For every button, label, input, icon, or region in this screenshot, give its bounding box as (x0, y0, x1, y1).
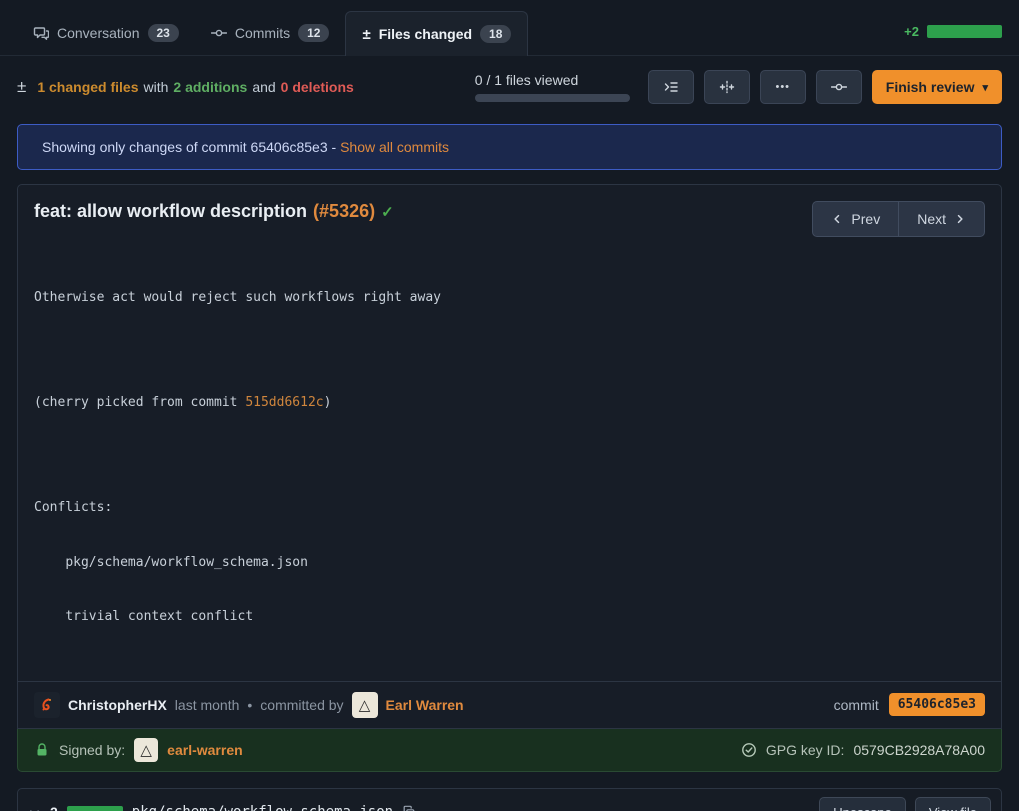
next-commit-button[interactable]: Next (898, 201, 985, 237)
changed-files-count[interactable]: 1 changed files (37, 79, 138, 95)
finish-review-label: Finish review (886, 79, 975, 95)
tab-conversation[interactable]: Conversation 23 (17, 11, 195, 55)
collapse-file-icon[interactable] (28, 806, 41, 811)
commit-message-line: pkg/schema/workflow_schema.json (34, 554, 985, 572)
banner-text: Showing only changes of commit 65406c85e… (42, 139, 336, 155)
tab-label: Commits (235, 25, 290, 41)
diff-options-button[interactable]: ••• (760, 70, 806, 104)
cherry-pick-hash-link[interactable]: 515dd6612c (245, 395, 323, 410)
tab-files-changed[interactable]: ± Files changed 18 (345, 11, 528, 56)
deletions-text: 0 deletions (281, 79, 354, 95)
commit-title-text: feat: allow workflow description (34, 201, 307, 222)
committed-by-label: committed by (260, 697, 343, 713)
signer-name-link[interactable]: earl-warren (167, 742, 242, 758)
verified-check-icon (741, 742, 757, 758)
gpg-key-value: 0579CB2928A78A00 (853, 742, 985, 758)
files-viewed-bar (475, 94, 630, 102)
commit-title: feat: allow workflow description (#5326)… (34, 201, 394, 222)
committer-name-link[interactable]: Earl Warren (386, 697, 464, 713)
lock-icon (34, 742, 50, 758)
summary-text: with (144, 79, 169, 95)
issue-ref-link[interactable]: (#5326) (313, 201, 375, 222)
commit-hash-badge[interactable]: 65406c85e3 (889, 693, 985, 716)
split-diff-icon (719, 79, 735, 95)
commit-message-line: Otherwise act would reject such workflow… (34, 289, 985, 307)
file-diff-stat-bar (67, 806, 123, 811)
tab-label: Files changed (379, 26, 472, 42)
gpg-key-label: GPG key ID: (766, 742, 845, 758)
files-viewed-label: 0 / 1 files viewed (475, 72, 579, 88)
commit-label: commit (834, 697, 879, 713)
diff-file-box: 2 pkg/schema/workflow_schema.json Unesca… (17, 788, 1002, 811)
prev-label: Prev (851, 211, 880, 227)
diff-stat-bar (927, 25, 1002, 38)
chevron-left-icon (831, 213, 843, 225)
additions-text: 2 additions (173, 79, 247, 95)
file-name-link[interactable]: pkg/schema/workflow_schema.json (132, 804, 393, 811)
additions-count: +2 (904, 24, 919, 39)
summary-text: and (252, 79, 275, 95)
git-commit-icon (831, 79, 847, 95)
tab-count-badge: 12 (298, 24, 329, 42)
commit-message: Otherwise act would reject such workflow… (18, 247, 1001, 681)
finish-review-button[interactable]: Finish review ▾ (872, 70, 1002, 104)
commit-message-line: (cherry picked from commit 515dd6612c) (34, 394, 985, 412)
signed-commit-row: Signed by: △ earl-warren GPG key ID: 057… (17, 729, 1002, 772)
diff-file-header: 2 pkg/schema/workflow_schema.json Unesca… (18, 789, 1001, 811)
committer-avatar[interactable]: △ (352, 692, 378, 718)
ci-success-icon[interactable]: ✓ (381, 203, 394, 221)
commit-box: feat: allow workflow description (#5326)… (17, 184, 1002, 729)
diff-icon: ± (17, 77, 26, 97)
file-tree-icon (663, 79, 679, 95)
comment-discussion-icon (33, 25, 49, 41)
git-commit-icon (211, 25, 227, 41)
prev-commit-button[interactable]: Prev (812, 201, 898, 237)
file-change-count: 2 (50, 804, 58, 811)
tab-commits[interactable]: Commits 12 (195, 11, 346, 55)
author-name-link[interactable]: ChristopherHX (68, 697, 167, 713)
view-file-button[interactable]: View file (915, 797, 991, 811)
caret-down-icon: ▾ (982, 81, 988, 94)
commit-message-line: Conflicts: (34, 499, 985, 517)
tab-count-badge: 23 (148, 24, 179, 42)
copy-path-icon[interactable] (402, 805, 416, 811)
file-tree-toggle-button[interactable] (648, 70, 694, 104)
commit-message-line: trivial context conflict (34, 608, 985, 626)
split-view-toggle-button[interactable] (704, 70, 750, 104)
pr-diff-stat: +2 (904, 24, 1002, 55)
show-all-commits-link[interactable]: Show all commits (340, 139, 449, 155)
chevron-right-icon (954, 213, 966, 225)
select-commit-button[interactable] (816, 70, 862, 104)
separator-dot: • (247, 697, 252, 713)
next-label: Next (917, 211, 946, 227)
files-viewed-progress: 0 / 1 files viewed (475, 72, 630, 102)
diff-icon: ± (362, 26, 370, 43)
changed-files-summary: ± 1 changed files with 2 additions and 0… (17, 77, 354, 97)
signer-avatar[interactable]: △ (134, 738, 158, 762)
commit-filter-banner: Showing only changes of commit 65406c85e… (17, 124, 1002, 170)
tab-count-badge: 18 (480, 25, 511, 43)
signed-by-label: Signed by: (59, 742, 125, 758)
unescape-button[interactable]: Unescape (819, 797, 906, 811)
tab-label: Conversation (57, 25, 140, 41)
pr-tab-bar: Conversation 23 Commits 12 ± Files chang… (0, 0, 1019, 56)
ellipsis-icon: ••• (775, 81, 790, 93)
commit-time: last month (175, 697, 240, 713)
author-avatar[interactable] (34, 692, 60, 718)
diff-toolbar: ± 1 changed files with 2 additions and 0… (0, 56, 1019, 118)
commit-nav: Prev Next (812, 201, 985, 237)
